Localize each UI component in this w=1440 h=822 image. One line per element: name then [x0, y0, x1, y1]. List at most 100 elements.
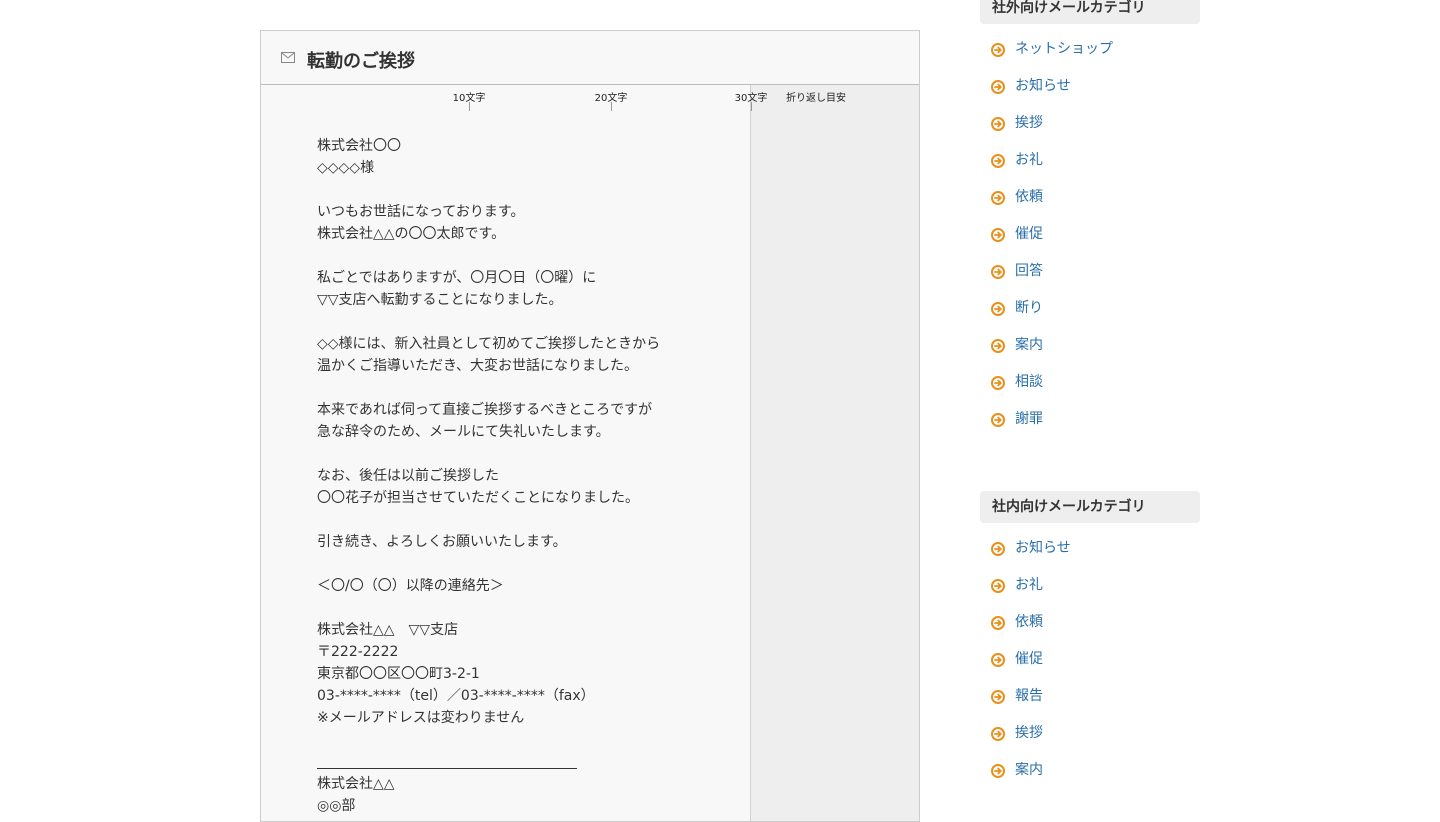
arrow-circle-right-icon	[991, 302, 1005, 316]
arrow-circle-right-icon	[991, 764, 1005, 778]
arrow-circle-right-icon	[991, 154, 1005, 168]
category-label: 案内	[1015, 762, 1043, 778]
email-line	[317, 553, 747, 575]
email-line: 引き続き、よろしくお願いいたします。	[317, 534, 567, 550]
arrow-circle-right-icon	[991, 653, 1005, 667]
arrow-circle-right-icon	[991, 265, 1005, 279]
email-line: 本来であれば伺って直接ご挨拶するべきところですが	[317, 402, 653, 418]
arrow-circle-right-icon	[991, 80, 1005, 94]
internal-category-list: お知らせお礼依頼催促報告挨拶案内	[980, 536, 1200, 795]
ruler-tick-30	[751, 102, 752, 111]
category-link-internal[interactable]: お知らせ	[980, 536, 1200, 573]
category-link-external[interactable]: ネットショップ	[980, 37, 1200, 74]
wrap-guide-area	[751, 85, 919, 821]
internal-category-header: 社内向けメールカテゴリ	[980, 491, 1200, 523]
ruler-label-wrap: 折り返し目安	[786, 93, 846, 104]
external-category-header: 社外向けメールカテゴリ	[980, 0, 1200, 24]
arrow-circle-right-icon	[991, 43, 1005, 57]
email-line: 温かくご指導いただき、大変お世話になりました。	[317, 358, 639, 374]
email-line: ◇◇◇◇様	[317, 160, 375, 176]
email-line: 株式会社△△の〇〇太郎です。	[317, 226, 506, 242]
email-line: 私ごとではありますが、〇月〇日（〇曜）に	[317, 270, 597, 286]
category-link-external[interactable]: 案内	[980, 333, 1200, 370]
category-label: お礼	[1015, 152, 1043, 168]
email-line: 〒222-2222	[317, 644, 399, 660]
email-line	[317, 443, 747, 465]
arrow-circle-right-icon	[991, 339, 1005, 353]
category-label: 謝罪	[1015, 411, 1043, 427]
category-label: 催促	[1015, 651, 1043, 667]
arrow-circle-right-icon	[991, 579, 1005, 593]
category-link-internal[interactable]: 催促	[980, 647, 1200, 684]
category-link-internal[interactable]: 報告	[980, 684, 1200, 721]
category-label: お知らせ	[1015, 78, 1071, 94]
email-line: ※メールアドレスは変わりません	[317, 710, 525, 726]
internal-category-box: 社内向けメールカテゴリ お知らせお礼依頼催促報告挨拶案内	[980, 491, 1200, 795]
category-label: 依頼	[1015, 614, 1043, 630]
email-line: 急な辞令のため、メールにて失礼いたします。	[317, 424, 610, 440]
email-body: 株式会社〇〇 ◇◇◇◇様いつもお世話になっております。 株式会社△△の〇〇太郎です。…	[317, 135, 747, 817]
signature-rule	[317, 751, 747, 773]
email-line	[317, 311, 747, 333]
arrow-circle-right-icon	[991, 413, 1005, 427]
category-link-external[interactable]: お礼	[980, 148, 1200, 185]
email-line	[317, 729, 747, 751]
arrow-circle-right-icon	[991, 228, 1005, 242]
email-line	[317, 509, 747, 531]
email-line: いつもお世話になっております。	[317, 204, 525, 220]
email-line: なお、後任は以前ご挨拶した	[317, 468, 499, 484]
category-link-external[interactable]: 謝罪	[980, 407, 1200, 444]
category-link-external[interactable]: お知らせ	[980, 74, 1200, 111]
email-line	[317, 377, 747, 399]
category-label: 断り	[1015, 300, 1043, 316]
email-line: 株式会社〇〇	[317, 138, 401, 154]
category-label: お知らせ	[1015, 540, 1071, 556]
arrow-circle-right-icon	[991, 117, 1005, 131]
category-label: 報告	[1015, 688, 1043, 704]
email-line: 〇〇花子が担当させていただくことになりました。	[317, 490, 639, 506]
email-line: ◇◇様には、新入社員として初めてご挨拶したときから	[317, 336, 661, 352]
email-line	[317, 245, 747, 267]
page-title: 転勤のご挨拶	[307, 51, 415, 72]
external-category-box: 社外向けメールカテゴリ ネットショップ お知らせ挨拶お礼依頼催促回答断り案内相談謝…	[980, 0, 1200, 444]
wrap-guide-divider	[750, 85, 751, 821]
category-label: お礼	[1015, 577, 1043, 593]
email-line: ＜〇/〇（〇）以降の連絡先＞	[317, 578, 504, 594]
email-line	[317, 597, 747, 619]
email-line: 東京都〇〇区〇〇町3-2-1	[317, 666, 480, 682]
arrow-circle-right-icon	[991, 690, 1005, 704]
category-label: 回答	[1015, 263, 1043, 279]
category-label: 案内	[1015, 337, 1043, 353]
ruler-tick-10	[469, 102, 470, 111]
panel-header: 転勤のご挨拶	[261, 31, 919, 85]
arrow-circle-right-icon	[991, 542, 1005, 556]
category-link-external[interactable]: 催促	[980, 222, 1200, 259]
arrow-circle-right-icon	[991, 616, 1005, 630]
external-category-list: ネットショップ お知らせ挨拶お礼依頼催促回答断り案内相談謝罪	[980, 37, 1200, 444]
category-link-external[interactable]: 依頼	[980, 185, 1200, 222]
arrow-circle-right-icon	[991, 727, 1005, 741]
category-link-internal[interactable]: お礼	[980, 573, 1200, 610]
category-link-external[interactable]: 回答	[980, 259, 1200, 296]
category-link-external[interactable]: 挨拶	[980, 111, 1200, 148]
ruler-tick-20	[611, 102, 612, 111]
category-label: 挨拶	[1015, 115, 1043, 131]
email-template-panel: 転勤のご挨拶 10文字 20文字 30文字 折り返し目安 株式会社〇〇 ◇◇◇◇様…	[260, 30, 920, 822]
category-link-internal[interactable]: 案内	[980, 758, 1200, 795]
category-label: 挨拶	[1015, 725, 1043, 741]
category-label: 催促	[1015, 226, 1043, 242]
email-line: 株式会社△△	[317, 776, 395, 792]
category-link-external[interactable]: 相談	[980, 370, 1200, 407]
category-label: ネットショップ	[1015, 41, 1113, 57]
email-line: ▽▽支店へ転勤することになりました。	[317, 292, 563, 308]
category-link-internal[interactable]: 挨拶	[980, 721, 1200, 758]
email-line: 株式会社△△ ▽▽支店	[317, 622, 459, 638]
mail-icon	[281, 52, 295, 63]
category-label: 依頼	[1015, 189, 1043, 205]
category-link-internal[interactable]: 依頼	[980, 610, 1200, 647]
email-line	[317, 179, 747, 201]
category-link-external[interactable]: 断り	[980, 296, 1200, 333]
email-line: 03-****-****（tel）／03-****-****（fax）	[317, 688, 595, 704]
arrow-circle-right-icon	[991, 191, 1005, 205]
email-line: ◎◎部	[317, 798, 356, 814]
